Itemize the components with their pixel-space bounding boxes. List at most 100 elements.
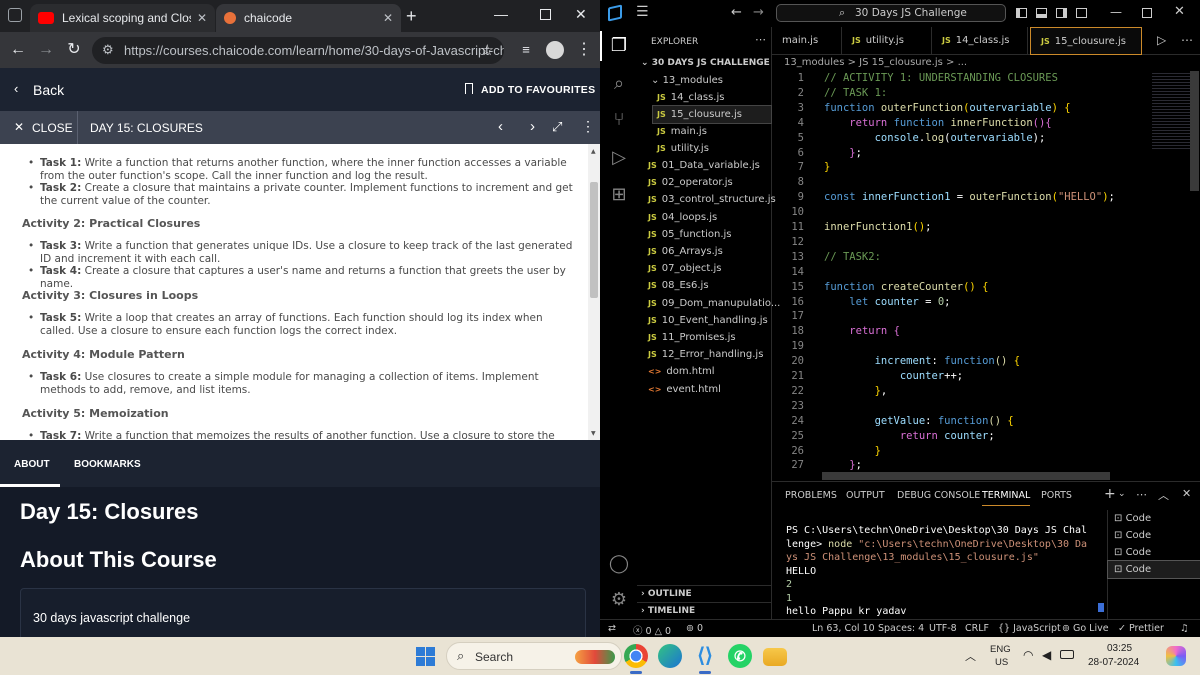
code-line[interactable]: 20 increment: function() { xyxy=(772,354,1192,369)
code-line[interactable]: 2 // TASK 1: xyxy=(772,86,1192,101)
content-scrollbar[interactable]: ▲ ▼ xyxy=(588,144,600,440)
line-ending[interactable]: CRLF xyxy=(965,623,989,634)
tab-debug-console[interactable]: DEBUG CONSOLE xyxy=(897,490,980,501)
file-15-clousure[interactable]: JS 15_clousure.js xyxy=(652,105,772,124)
command-center-search[interactable]: ⌕ 30 Days JS Challenge xyxy=(776,4,1006,22)
code-line[interactable]: 14 xyxy=(772,265,1192,280)
explorer-icon[interactable]: ❐ xyxy=(608,35,630,57)
explorer-file[interactable]: JS 04_loops.js xyxy=(648,209,717,226)
maximize-button[interactable] xyxy=(1142,8,1152,18)
run-debug-icon[interactable]: ▷ xyxy=(608,147,630,169)
timeline-section[interactable]: › TIMELINE xyxy=(637,602,772,619)
menu-dots-icon[interactable]: ⋮ xyxy=(574,40,594,60)
terminal-item[interactable]: ⊡ Code xyxy=(1114,544,1151,561)
maximize-panel-icon[interactable]: ︿ xyxy=(1158,487,1169,503)
problems-status[interactable]: ⓧ 0 △ 0 xyxy=(633,623,671,637)
code-line[interactable]: 3 function outerFunction(outervariable) { xyxy=(772,101,1192,116)
toggle-secondary-sidebar-icon[interactable] xyxy=(1056,8,1067,18)
explorer-more-icon[interactable]: ⋯ xyxy=(755,33,766,46)
workspace-header[interactable]: ⌄ 30 DAYS JS CHALLENGE xyxy=(641,55,770,72)
code-line[interactable]: 7} xyxy=(772,160,1192,175)
source-control-icon[interactable]: ⑂ xyxy=(608,109,630,131)
whatsapp-app-icon[interactable]: ✆ xyxy=(728,644,752,668)
settings-gear-icon[interactable]: ⚙ xyxy=(608,589,630,611)
tab-utility-js[interactable]: JS utility.js xyxy=(842,27,932,55)
tab-search-icon[interactable] xyxy=(8,8,22,22)
new-tab-button[interactable]: + xyxy=(406,6,417,27)
add-to-favourites-button[interactable]: ADD TO FAVOURITES xyxy=(481,84,595,96)
customize-layout-icon[interactable] xyxy=(1076,8,1087,18)
code-line[interactable]: 6 }; xyxy=(772,146,1192,161)
horizontal-scrollbar[interactable] xyxy=(822,472,1110,480)
file-utility[interactable]: JS utility.js xyxy=(657,140,709,157)
code-line[interactable]: 19 xyxy=(772,339,1192,354)
code-line[interactable]: 21 counter++; xyxy=(772,369,1192,384)
course-card[interactable]: 30 days javascript challenge xyxy=(20,588,586,637)
breadcrumb[interactable]: 13_modules > JS 15_clousure.js > ... xyxy=(772,55,1200,71)
tab-problems[interactable]: PROBLEMS xyxy=(785,490,837,501)
minimap[interactable] xyxy=(1152,71,1192,151)
close-x-icon[interactable]: ✕ xyxy=(14,120,24,134)
file-main[interactable]: JS main.js xyxy=(657,123,707,140)
outline-section[interactable]: › OUTLINE xyxy=(637,585,772,602)
explorer-file[interactable]: JS 06_Arrays.js xyxy=(648,243,723,260)
code-line[interactable]: 10 xyxy=(772,205,1192,220)
tab-about[interactable]: ABOUT xyxy=(14,459,50,470)
minimize-button[interactable]: — xyxy=(494,6,508,22)
explorer-file[interactable]: JS 05_function.js xyxy=(648,226,732,243)
close-panel-icon[interactable]: ✕ xyxy=(1182,487,1191,500)
editor-more-icon[interactable]: ⋯ xyxy=(1181,33,1193,47)
back-arrow-icon[interactable]: ← xyxy=(8,40,28,60)
media-control-icon[interactable]: ≡ xyxy=(516,40,536,60)
encoding[interactable]: UTF-8 xyxy=(929,623,957,634)
reload-icon[interactable]: ↻ xyxy=(64,40,84,60)
close-window-button[interactable]: ✕ xyxy=(1174,4,1185,19)
edge-app-icon[interactable] xyxy=(658,644,682,668)
notifications-bell-icon[interactable]: ♫ xyxy=(1180,623,1189,634)
code-line[interactable]: 12 xyxy=(772,235,1192,250)
tab-14-class-js[interactable]: JS 14_class.js xyxy=(932,27,1028,55)
minimize-button[interactable]: — xyxy=(1110,5,1122,19)
back-link[interactable]: Back xyxy=(33,82,64,98)
menu-icon[interactable]: ☰ xyxy=(636,4,649,20)
battery-icon[interactable] xyxy=(1060,650,1074,659)
chrome-app-icon[interactable] xyxy=(624,644,648,668)
explorer-file[interactable]: JS 01_Data_variable.js xyxy=(648,157,760,174)
language-indicator-1[interactable]: ENG xyxy=(990,644,1011,655)
profile-avatar[interactable] xyxy=(546,41,564,59)
indentation[interactable]: Spaces: 4 xyxy=(878,623,924,634)
vscode-app-icon[interactable]: ⟨⟩ xyxy=(693,644,717,668)
language-mode[interactable]: {} JavaScript xyxy=(998,623,1061,634)
forward-arrow-icon[interactable]: → xyxy=(36,40,56,60)
code-line[interactable]: 9 const innerFunction1 = outerFunction("H… xyxy=(772,190,1192,205)
ports-status[interactable]: ⊚ 0 xyxy=(686,623,703,634)
code-line[interactable]: 13 // TASK2: xyxy=(772,250,1192,265)
code-line[interactable]: 15 function createCounter() { xyxy=(772,280,1192,295)
explorer-file[interactable]: JS 10_Event_handling.js xyxy=(648,312,768,329)
code-line[interactable]: 1 // ACTIVITY 1: UNDERSTANDING CLOSURES xyxy=(772,71,1192,86)
show-hidden-icons[interactable]: ︿ xyxy=(965,648,976,664)
wifi-icon[interactable]: ◠ xyxy=(1023,648,1033,662)
clock-time[interactable]: 03:25 xyxy=(1107,643,1132,654)
scroll-up-icon[interactable]: ▲ xyxy=(591,146,596,159)
remote-icon[interactable]: ⇄ xyxy=(608,623,616,634)
terminal-output[interactable]: PS C:\Users\techn\OneDrive\Desktop\30 Da… xyxy=(786,524,1106,619)
clock-date[interactable]: 28-07-2024 xyxy=(1088,657,1139,668)
folder-13-modules[interactable]: ⌄ 13_modules xyxy=(651,72,723,89)
scroll-thumb[interactable] xyxy=(590,182,598,298)
tab-bookmarks[interactable]: BOOKMARKS xyxy=(74,459,141,470)
code-line[interactable]: 8 xyxy=(772,175,1192,190)
terminal-item[interactable]: ⊡ Code xyxy=(1114,527,1151,544)
explorer-file[interactable]: JS 08_Es6.js xyxy=(648,277,709,294)
code-line[interactable]: 26 } xyxy=(772,444,1192,459)
bookmark-icon[interactable] xyxy=(465,83,473,94)
close-window-button[interactable]: ✕ xyxy=(575,6,587,23)
editor-scrollbar[interactable] xyxy=(1190,71,1199,191)
code-line[interactable]: 16 let counter = 0; xyxy=(772,295,1192,310)
file-explorer-app-icon[interactable] xyxy=(763,648,787,666)
more-icon[interactable]: ⋮ xyxy=(581,118,595,135)
scroll-down-icon[interactable]: ▼ xyxy=(591,428,596,440)
code-line[interactable]: 18 return { xyxy=(772,324,1192,339)
code-line[interactable]: 4 return function innerFunction(){ xyxy=(772,116,1192,131)
back-chevron-icon[interactable]: ‹ xyxy=(14,81,18,96)
